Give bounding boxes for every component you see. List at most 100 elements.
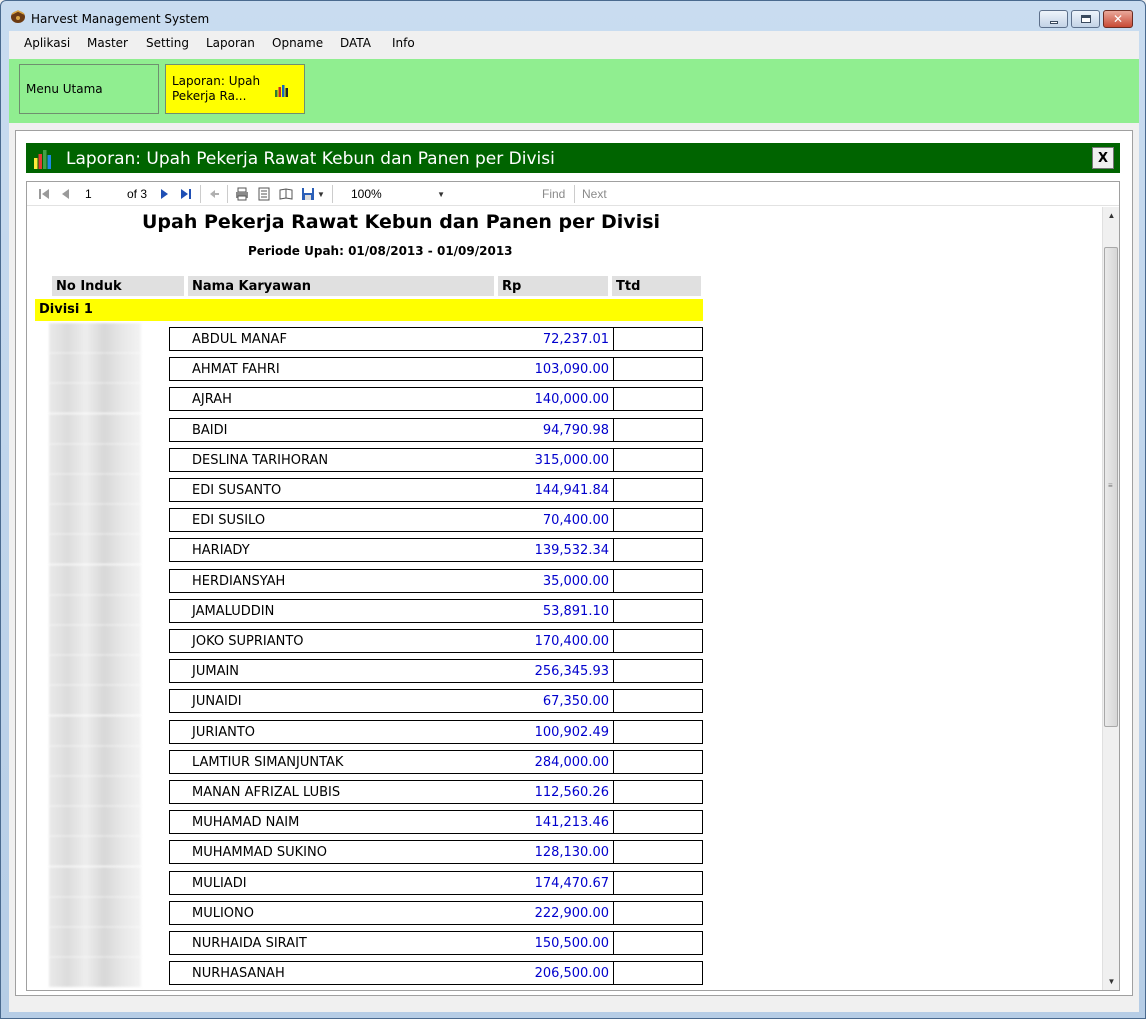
table-row: MUHAMAD NAIM 141,213.46 — [27, 806, 707, 837]
next-page-icon[interactable] — [157, 187, 171, 201]
menu-setting[interactable]: Setting — [146, 36, 189, 50]
row-cells: JURIANTO 100,902.49 — [169, 719, 703, 744]
report-header-title: Laporan: Upah Pekerja Rawat Kebun dan Pa… — [66, 149, 555, 169]
row-cells: DESLINA TARIHORAN 315,000.00 — [169, 447, 703, 472]
group-band-divisi: Divisi 1 — [35, 299, 703, 321]
print-icon[interactable] — [235, 187, 249, 201]
find-next-link[interactable]: Next — [582, 187, 607, 201]
row-cells: AHMAT FAHRI 103,090.00 — [169, 357, 703, 382]
minimize-icon — [1049, 20, 1058, 24]
redacted-no-induk — [49, 504, 141, 535]
row-cells: JUNAIDI 67,350.00 — [169, 689, 703, 714]
export-save-icon[interactable] — [301, 187, 315, 201]
row-cells: AJRAH 140,000.00 — [169, 387, 703, 412]
wage-amount: 128,130.00 — [534, 845, 609, 861]
employee-name: MUHAMAD NAIM — [192, 815, 300, 831]
tab-menu-utama[interactable]: Menu Utama — [19, 64, 159, 114]
table-row: LAMTIUR SIMANJUNTAK 284,000.00 — [27, 745, 707, 776]
table-row: MULIADI 174,470.67 — [27, 866, 707, 897]
employee-name: AHMAT FAHRI — [192, 362, 280, 378]
menu-laporan[interactable]: Laporan — [206, 36, 255, 50]
back-icon[interactable] — [207, 187, 221, 201]
ttd-cell — [613, 841, 614, 864]
close-icon: ✕ — [1112, 12, 1124, 26]
employee-name: NURHASANAH — [192, 966, 285, 982]
page-setup-icon[interactable] — [279, 187, 293, 201]
ttd-cell — [613, 358, 614, 381]
redacted-no-induk — [49, 323, 141, 353]
wage-amount: 72,237.01 — [542, 332, 609, 347]
row-cells: MULIADI 174,470.67 — [169, 870, 703, 895]
redacted-no-induk — [49, 776, 141, 806]
row-cells: HERDIANSYAH 35,000.00 — [169, 568, 703, 593]
employee-name: BAIDI — [192, 422, 228, 438]
employee-name: AJRAH — [192, 392, 232, 408]
column-header-ttd: Ttd — [612, 276, 701, 296]
table-row: EDI SUSANTO 144,941.84 — [27, 474, 707, 504]
employee-name: NURHAIDA SIRAIT — [192, 936, 307, 951]
menu-opname[interactable]: Opname — [272, 36, 323, 50]
scroll-up-icon[interactable]: ▲ — [1103, 207, 1120, 224]
scroll-down-icon[interactable]: ▼ — [1103, 973, 1120, 990]
wage-amount: 140,000.00 — [534, 392, 609, 408]
toolbar-separator — [574, 185, 575, 203]
report-viewer: of 3 ▼ 100% ▼ Find — [26, 181, 1120, 991]
wage-amount: 174,470.67 — [534, 875, 609, 891]
table-row: BAIDI 94,790.98 — [27, 413, 707, 444]
wage-amount: 103,090.00 — [534, 362, 609, 378]
first-page-icon[interactable] — [37, 187, 51, 201]
table-row: MANAN AFRIZAL LUBIS 112,560.26 — [27, 776, 707, 806]
ttd-cell — [613, 871, 614, 894]
menu-master[interactable]: Master — [87, 36, 128, 50]
maximize-button[interactable] — [1071, 10, 1100, 28]
menu-aplikasi[interactable]: Aplikasi — [24, 36, 70, 50]
find-link[interactable]: Find — [542, 187, 565, 201]
tab-laporan-upah[interactable]: Laporan: Upah Pekerja Ra... — [165, 64, 305, 114]
menu-data[interactable]: DATA — [340, 36, 371, 50]
wage-amount: 100,902.49 — [534, 724, 609, 740]
close-report-button[interactable]: X — [1092, 147, 1114, 169]
viewer-toolbar: of 3 ▼ 100% ▼ Find — [27, 182, 1119, 206]
vertical-scrollbar[interactable]: ▲ ≡ ▼ — [1102, 207, 1119, 990]
ttd-cell — [613, 509, 614, 532]
menu-info[interactable]: Info — [392, 36, 415, 50]
ttd-cell — [613, 328, 614, 350]
employee-name: MUHAMMAD SUKINO — [192, 845, 327, 861]
menu-bar: Aplikasi Master Setting Laporan Opname D… — [9, 31, 1139, 55]
redacted-no-induk — [49, 655, 141, 686]
wage-amount: 284,000.00 — [534, 754, 609, 770]
ttd-cell — [613, 781, 614, 803]
ttd-cell — [613, 630, 614, 652]
page-layout-icon[interactable] — [257, 187, 271, 201]
close-window-button[interactable]: ✕ — [1103, 10, 1133, 28]
previous-page-icon[interactable] — [59, 187, 73, 201]
redacted-no-induk — [49, 866, 141, 897]
export-dropdown-icon[interactable]: ▼ — [317, 190, 325, 199]
employee-name: DESLINA TARIHORAN — [192, 452, 329, 468]
table-row: JURIANTO 100,902.49 — [27, 715, 707, 746]
redacted-no-induk — [49, 715, 141, 746]
title-bar[interactable]: Harvest Management System ✕ — [1, 1, 1145, 31]
bar-chart-icon — [275, 85, 288, 97]
row-cells: MUHAMMAD SUKINO 128,130.00 — [169, 840, 703, 865]
wage-amount: 315,000.00 — [534, 452, 609, 468]
table-row: NURHASANAH 206,500.00 — [27, 957, 707, 988]
row-cells: JUMAIN 256,345.93 — [169, 659, 703, 684]
table-row: MULIONO 222,900.00 — [27, 896, 707, 927]
employee-name: EDI SUSILO — [192, 513, 266, 529]
row-cells: JOKO SUPRIANTO 170,400.00 — [169, 629, 703, 653]
redacted-no-induk — [49, 474, 141, 504]
ttd-cell — [613, 750, 614, 773]
scroll-thumb[interactable]: ≡ — [1104, 247, 1118, 727]
minimize-button[interactable] — [1039, 10, 1068, 28]
redacted-no-induk — [49, 896, 141, 927]
zoom-select[interactable]: 100% ▼ — [347, 184, 447, 204]
ttd-cell — [613, 569, 614, 592]
last-page-icon[interactable] — [179, 187, 193, 201]
ttd-cell — [613, 539, 614, 562]
report-header: Laporan: Upah Pekerja Rawat Kebun dan Pa… — [26, 143, 1120, 173]
page-number-input[interactable] — [83, 185, 123, 203]
wage-amount: 170,400.00 — [534, 634, 609, 649]
row-cells: LAMTIUR SIMANJUNTAK 284,000.00 — [169, 749, 703, 774]
row-cells: JAMALUDDIN 53,891.10 — [169, 598, 703, 623]
